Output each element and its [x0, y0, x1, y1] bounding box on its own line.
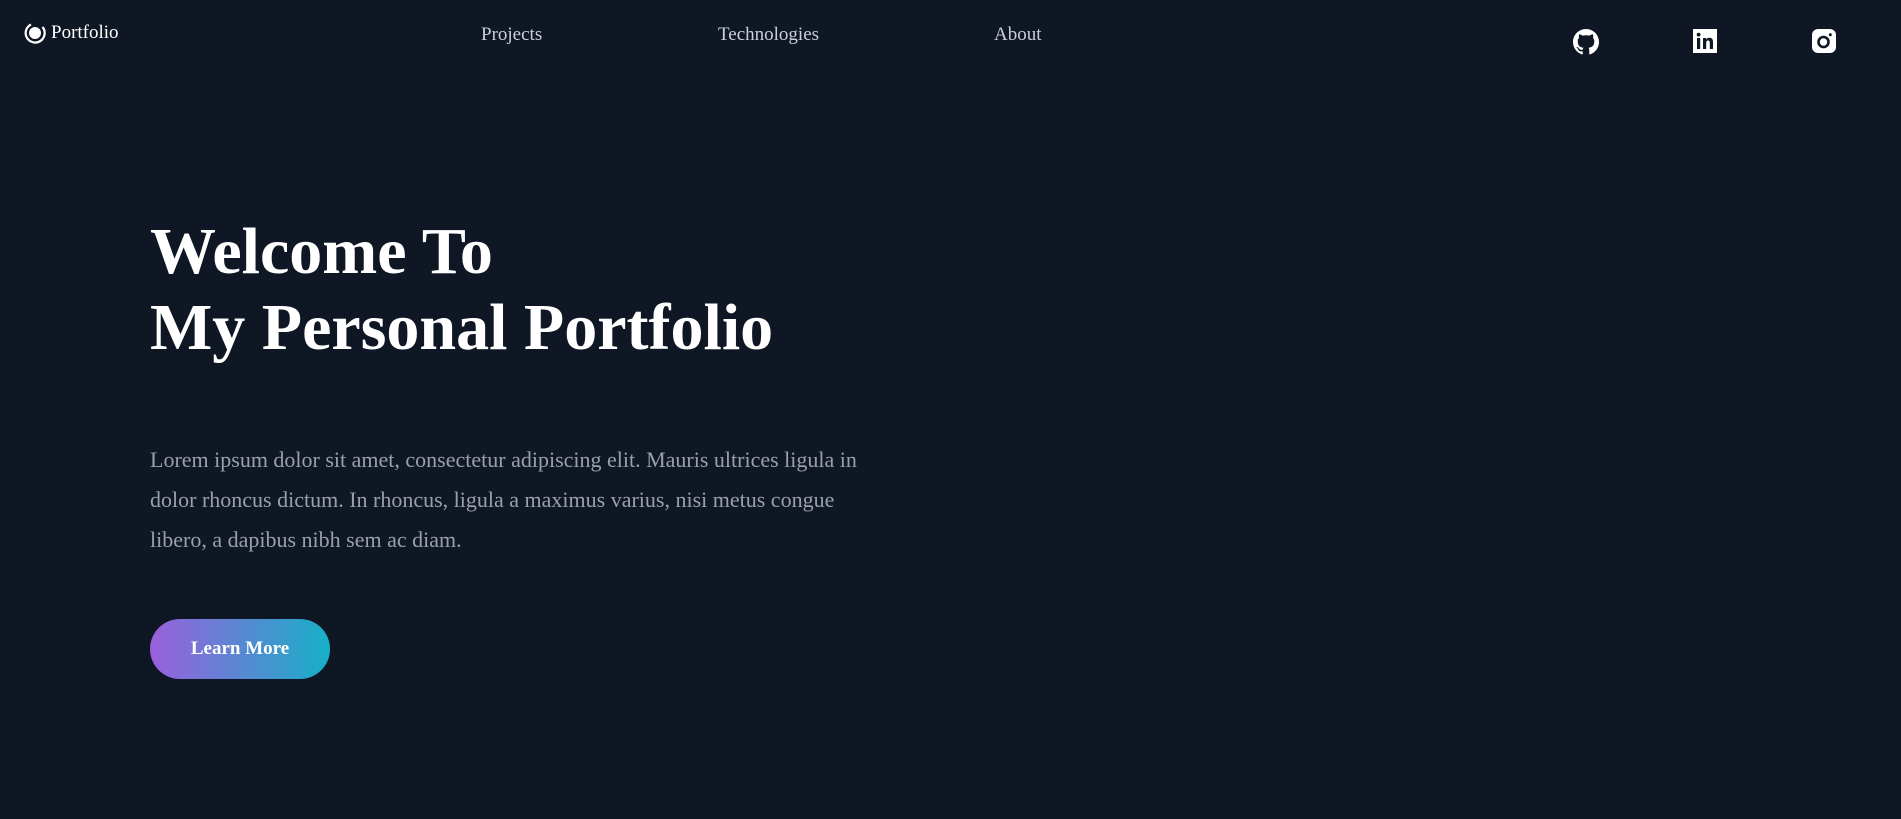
nav-about[interactable]: About: [994, 24, 1042, 46]
hero-title-line1: Welcome To: [150, 215, 493, 288]
hero-title: Welcome To My Personal Portfolio: [150, 214, 773, 366]
logo-text: Portfolio: [51, 22, 119, 43]
logo-link[interactable]: Portfolio: [24, 22, 119, 44]
learn-more-button[interactable]: Learn More: [150, 619, 330, 679]
nav-projects[interactable]: Projects: [481, 24, 542, 46]
github-icon[interactable]: [1573, 29, 1599, 55]
logo-icon: [24, 23, 46, 44]
hero-title-line2: My Personal Portfolio: [150, 291, 774, 364]
instagram-icon[interactable]: [1812, 29, 1836, 53]
linkedin-icon[interactable]: [1693, 29, 1717, 53]
nav-technologies[interactable]: Technologies: [718, 24, 819, 46]
hero-description: Lorem ipsum dolor sit amet, consectetur …: [150, 447, 857, 552]
